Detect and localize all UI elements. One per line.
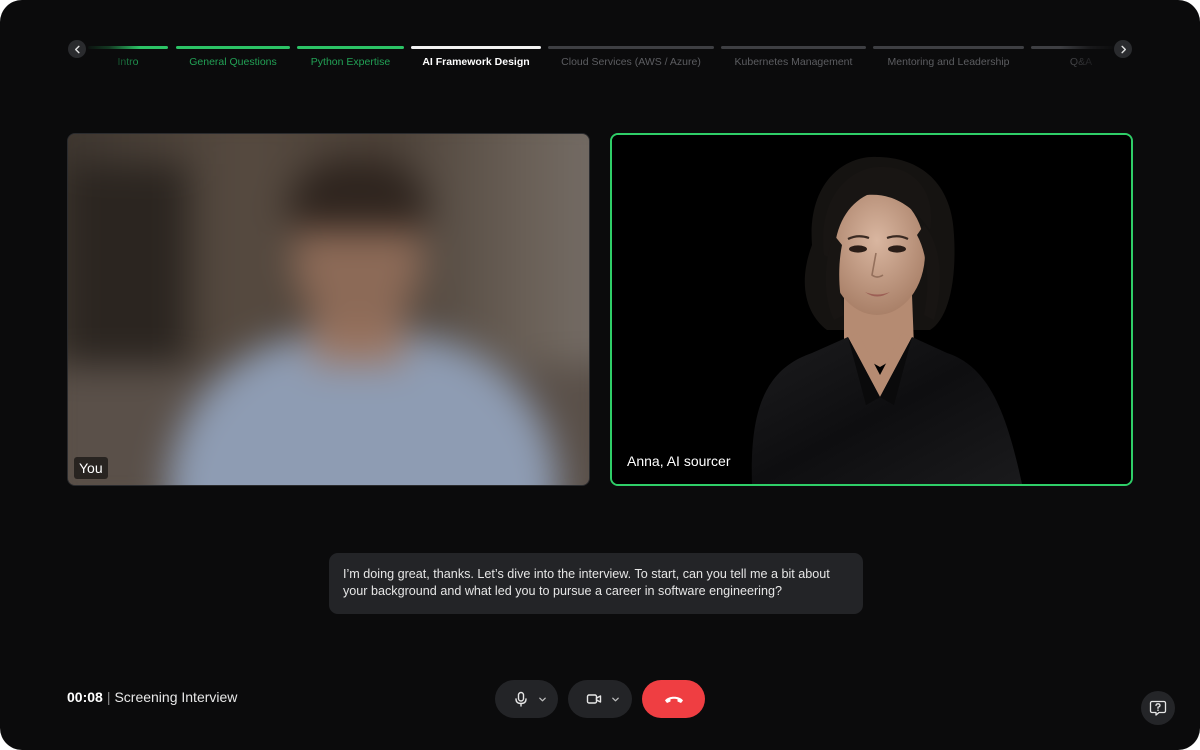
session-title: Screening Interview — [114, 689, 238, 705]
video-camera-icon — [586, 694, 602, 704]
step-label: Mentoring and Leadership — [887, 56, 1010, 68]
step-general-questions[interactable]: General Questions — [176, 38, 290, 74]
step-label: Intro — [117, 56, 139, 68]
steps-prev-button[interactable] — [68, 40, 86, 58]
session-separator: | — [106, 689, 111, 705]
step-label: Q&A — [1069, 56, 1093, 68]
step-mentoring-leadership[interactable]: Mentoring and Leadership — [873, 38, 1024, 74]
chevron-right-icon — [1120, 45, 1126, 53]
step-bar — [88, 46, 168, 49]
camera-button[interactable] — [568, 680, 632, 718]
self-name-tag: You — [74, 457, 108, 479]
steps-next-button[interactable] — [1114, 40, 1132, 58]
ai-name-tag: Anna, AI sourcer — [627, 453, 731, 469]
step-kubernetes-management[interactable]: Kubernetes Management — [721, 38, 866, 74]
chevron-left-icon — [74, 45, 80, 53]
step-intro[interactable]: Intro — [88, 38, 168, 74]
end-call-button[interactable] — [642, 680, 705, 718]
ai-video-tile: Anna, AI sourcer — [610, 133, 1133, 486]
step-label: Cloud Services (AWS / Azure) — [561, 56, 701, 68]
interview-progress: Intro General Questions Python Expertise… — [66, 38, 1134, 74]
microphone-button[interactable] — [495, 680, 558, 718]
step-python-expertise[interactable]: Python Expertise — [297, 38, 404, 74]
step-bar — [411, 46, 541, 49]
chevron-down-icon — [612, 697, 619, 702]
step-bar — [176, 46, 290, 49]
phone-hangup-icon — [665, 696, 683, 703]
ai-avatar-portrait — [612, 135, 1131, 484]
step-cloud-services[interactable]: Cloud Services (AWS / Azure) — [548, 38, 714, 74]
self-video-tile: You — [67, 133, 590, 486]
step-label: AI Framework Design — [422, 56, 530, 68]
help-button[interactable] — [1141, 691, 1175, 725]
interview-window: Intro General Questions Python Expertise… — [0, 0, 1200, 750]
step-bar — [548, 46, 714, 49]
step-ai-framework-design[interactable]: AI Framework Design — [411, 38, 541, 74]
interviewer-caption: I’m doing great, thanks. Let’s dive into… — [329, 553, 863, 614]
step-bar — [721, 46, 866, 49]
chevron-down-icon — [539, 697, 546, 702]
microphone-icon — [515, 691, 527, 707]
step-bar — [297, 46, 404, 49]
session-info: 00:08 | Screening Interview — [67, 689, 237, 705]
call-timer: 00:08 — [67, 689, 103, 705]
step-label: Kubernetes Management — [734, 56, 853, 68]
step-label: General Questions — [189, 56, 277, 68]
help-chat-icon — [1149, 700, 1167, 716]
step-bar — [873, 46, 1024, 49]
step-label: Python Expertise — [310, 56, 391, 68]
self-video-feed — [68, 134, 589, 485]
